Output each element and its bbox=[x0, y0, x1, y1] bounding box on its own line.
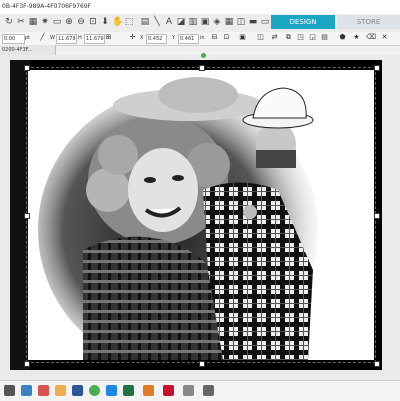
front-icon[interactable]: ◳ bbox=[296, 33, 305, 42]
word-icon[interactable] bbox=[72, 385, 83, 396]
group-icon[interactable]: ▣ bbox=[238, 33, 247, 42]
taskbar bbox=[0, 380, 400, 401]
chrome-icon[interactable] bbox=[89, 385, 100, 396]
tab-design[interactable]: DESIGN bbox=[271, 15, 335, 29]
layers-icon[interactable]: ▥ bbox=[188, 17, 198, 27]
resize-handle-tl[interactable] bbox=[24, 65, 30, 71]
settings-icon[interactable]: ✷ bbox=[40, 17, 50, 27]
shape-icon[interactable]: ⬟ bbox=[338, 33, 347, 42]
selection-box bbox=[26, 67, 376, 363]
send-icon[interactable]: ▬ bbox=[248, 17, 258, 27]
zoom-out-icon[interactable]: ⊖ bbox=[76, 17, 86, 27]
arrange-icon[interactable]: ▤ bbox=[320, 33, 329, 42]
document-tab[interactable]: 0200-4F3F... bbox=[0, 45, 56, 55]
width-label: W bbox=[50, 35, 55, 41]
rotation-handle[interactable] bbox=[201, 53, 206, 58]
brave-icon[interactable] bbox=[143, 385, 154, 396]
zoom-in-icon[interactable]: ⊕ bbox=[64, 17, 74, 27]
x-field[interactable]: 0.452 bbox=[146, 34, 167, 44]
task-view-icon[interactable] bbox=[21, 385, 32, 396]
refresh-icon[interactable]: ↻ bbox=[4, 17, 14, 27]
fill-icon[interactable]: ◪ bbox=[176, 17, 186, 27]
app-icon[interactable] bbox=[38, 385, 49, 396]
resize-handle-ml[interactable] bbox=[24, 213, 30, 219]
line-style-icon[interactable]: ╱ bbox=[38, 33, 47, 42]
window-title: 0B-4F3F-989A-4F0706F9769F bbox=[2, 3, 92, 10]
align-icon[interactable]: ⊟ bbox=[210, 33, 219, 42]
start-icon[interactable] bbox=[4, 385, 15, 396]
grid-icon[interactable]: ▤ bbox=[140, 17, 150, 27]
x-label: X bbox=[140, 35, 144, 41]
view-3d-icon[interactable]: ⬚ bbox=[124, 17, 134, 27]
pan-hand-icon[interactable]: ✋ bbox=[112, 17, 123, 27]
zoom-fit-icon[interactable]: ⊡ bbox=[88, 17, 98, 27]
resize-handle-bl[interactable] bbox=[24, 361, 30, 367]
resize-handle-mr[interactable] bbox=[374, 213, 380, 219]
app3-icon[interactable] bbox=[203, 385, 214, 396]
duplicate-icon[interactable]: ⧉ bbox=[284, 33, 293, 42]
position-icon[interactable]: ✛ bbox=[128, 33, 137, 42]
mcafee-icon[interactable] bbox=[163, 385, 174, 396]
tab-store[interactable]: STORE bbox=[337, 15, 400, 29]
back-icon[interactable]: ◲ bbox=[308, 33, 317, 42]
text-icon[interactable]: A bbox=[164, 17, 174, 27]
edge-icon[interactable] bbox=[106, 385, 117, 396]
cut-settings-icon[interactable]: ▭ bbox=[260, 17, 270, 27]
resize-handle-tr[interactable] bbox=[374, 65, 380, 71]
design-canvas[interactable] bbox=[0, 53, 400, 380]
resize-handle-tc[interactable] bbox=[199, 65, 205, 71]
height-label: H bbox=[78, 35, 82, 41]
app2-icon[interactable] bbox=[183, 385, 194, 396]
trace-icon[interactable]: ◈ bbox=[212, 17, 222, 27]
stroke-width-field[interactable]: 0.00 bbox=[2, 34, 25, 44]
offset-icon[interactable]: ◫ bbox=[236, 17, 246, 27]
width-field[interactable]: 11.679 bbox=[56, 34, 77, 44]
resize-handle-bc[interactable] bbox=[199, 361, 205, 367]
image-icon[interactable]: ▣ bbox=[200, 17, 210, 27]
library-icon[interactable]: ▦ bbox=[224, 17, 234, 27]
flip-icon[interactable]: ⇄ bbox=[270, 33, 279, 42]
erase-icon[interactable]: ⌫ bbox=[366, 33, 376, 42]
properties-toolbar: 0.00 pt ╱ W 11.679 H 11.679 ⊞ ✛ X 0.452 … bbox=[0, 32, 400, 46]
distribute-icon[interactable]: ⊡ bbox=[222, 33, 231, 42]
line-icon[interactable]: ╲ bbox=[152, 17, 162, 27]
resize-handle-br[interactable] bbox=[374, 361, 380, 367]
y-label: Y bbox=[172, 35, 176, 41]
y-field[interactable]: 0.461 bbox=[178, 34, 199, 44]
document-icon[interactable]: ▭ bbox=[52, 17, 62, 27]
stroke-unit-label: pt bbox=[25, 35, 31, 41]
weld-icon[interactable]: ◫ bbox=[256, 33, 265, 42]
close-icon[interactable]: ✕ bbox=[380, 33, 389, 42]
paste-icon[interactable]: ▦ bbox=[28, 17, 38, 27]
lock-aspect-icon[interactable]: ⊞ bbox=[104, 33, 113, 42]
move-down-icon[interactable]: ⬇ bbox=[100, 17, 110, 27]
height-field[interactable]: 11.679 bbox=[84, 34, 105, 44]
excel-icon[interactable] bbox=[123, 385, 134, 396]
star-icon[interactable]: ★ bbox=[352, 33, 361, 42]
unit-label: in bbox=[200, 35, 205, 41]
window-titlebar: 0B-4F3F-989A-4F0706F9769F bbox=[0, 0, 400, 15]
cut-icon[interactable]: ✂ bbox=[16, 17, 26, 27]
file-explorer-icon[interactable] bbox=[55, 385, 66, 396]
